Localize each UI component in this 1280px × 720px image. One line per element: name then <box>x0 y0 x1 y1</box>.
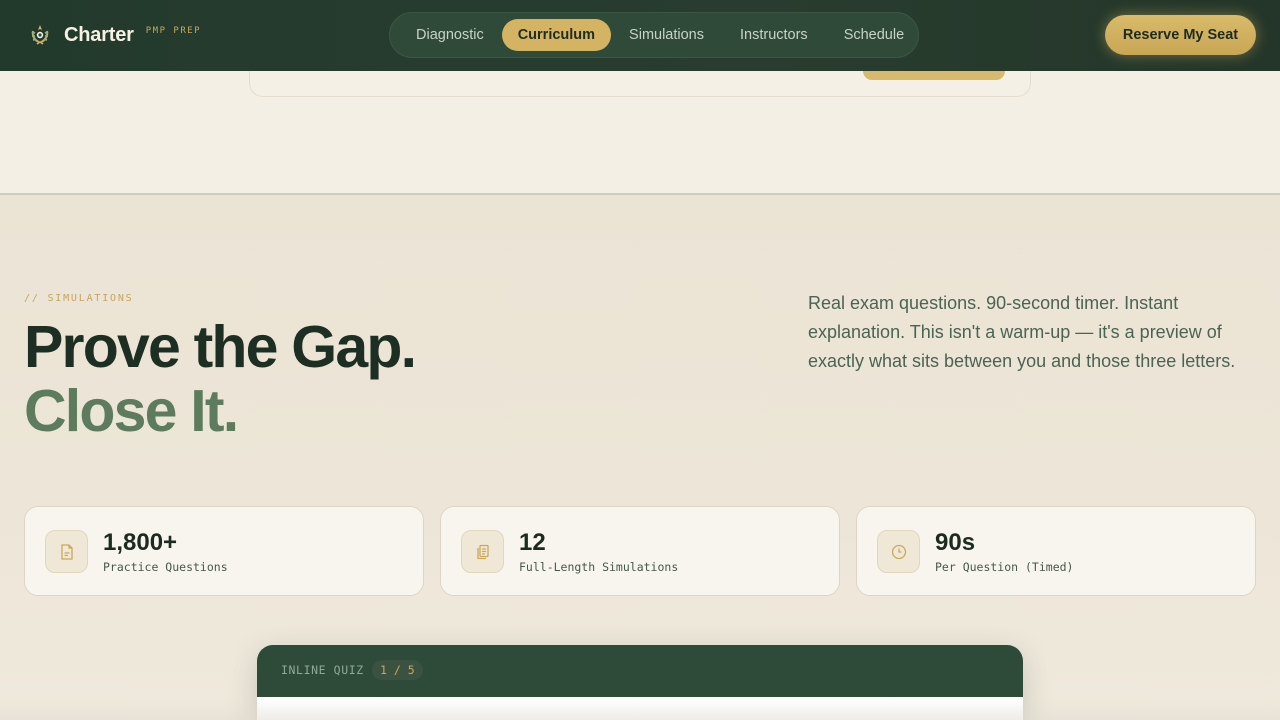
stat-card-simulations: 12 Full-Length Simulations <box>440 506 840 596</box>
quiz-header: INLINE QUIZ 1 / 5 <box>257 645 1023 697</box>
clock-icon <box>877 530 920 573</box>
section-headline: Prove the Gap. Close It. <box>24 314 417 444</box>
stat-card-timer: 90s Per Question (Timed) <box>856 506 1256 596</box>
section-description: Real exam questions. 90-second timer. In… <box>808 293 1236 371</box>
laurel-logo-icon <box>26 21 54 49</box>
nav-item-instructors[interactable]: Instructors <box>722 19 826 51</box>
section-eyebrow: // SIMULATIONS <box>24 293 134 304</box>
headline-line-1: Prove the Gap. <box>24 314 417 380</box>
nav-item-diagnostic[interactable]: Diagnostic <box>398 19 502 51</box>
stats-row: 1,800+ Practice Questions 12 Full-Length… <box>24 506 1256 596</box>
main-nav: Diagnostic Curriculum Simulations Instru… <box>389 12 919 58</box>
inline-quiz-card: INLINE QUIZ 1 / 5 <box>257 645 1023 720</box>
stat-label: Per Question (Timed) <box>935 560 1074 574</box>
stat-label: Practice Questions <box>103 560 228 574</box>
brand-name: Charter <box>64 23 134 46</box>
previous-section <box>0 61 1280 194</box>
nav-item-schedule[interactable]: Schedule <box>826 19 922 51</box>
reserve-seat-button[interactable]: Reserve My Seat <box>1105 15 1256 55</box>
quiz-body <box>257 697 1023 720</box>
stat-value: 12 <box>519 529 546 556</box>
quiz-title: INLINE QUIZ <box>281 663 364 677</box>
document-icon <box>45 530 88 573</box>
brand[interactable]: Charter PMP PREP <box>26 22 201 48</box>
headline-line-2: Close It. <box>24 378 239 444</box>
previous-card-button[interactable] <box>863 71 1005 80</box>
top-navigation-bar: Charter PMP PREP Diagnostic Curriculum S… <box>0 0 1280 71</box>
simulations-section: // SIMULATIONS Prove the Gap. Close It. … <box>0 195 1280 720</box>
nav-item-simulations[interactable]: Simulations <box>611 19 722 51</box>
quiz-progress-badge: 1 / 5 <box>372 660 423 680</box>
stat-value: 1,800+ <box>103 529 178 556</box>
brand-tag: PMP PREP <box>145 26 202 36</box>
clipboard-icon <box>461 530 504 573</box>
stat-card-questions: 1,800+ Practice Questions <box>24 506 424 596</box>
stat-label: Full-Length Simulations <box>519 560 679 574</box>
nav-item-curriculum[interactable]: Curriculum <box>501 19 612 51</box>
stat-value: 90s <box>935 529 976 556</box>
